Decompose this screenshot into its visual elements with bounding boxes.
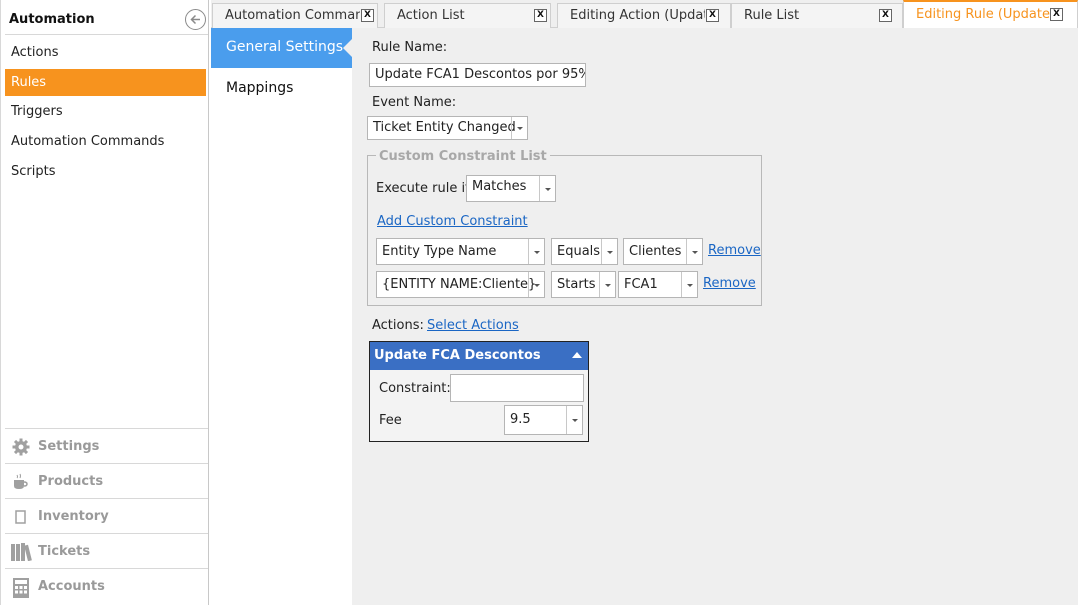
close-icon[interactable]: X xyxy=(1050,8,1063,21)
rule-name-label: Rule Name: xyxy=(372,40,448,55)
select-actions-link[interactable]: Select Actions xyxy=(427,318,519,333)
execute-rule-value: Matches xyxy=(472,179,527,194)
section-label: Products xyxy=(38,474,104,489)
custom-constraint-title: Custom Constraint List xyxy=(376,149,550,164)
chevron-down-icon[interactable] xyxy=(539,176,555,201)
event-name-value: Ticket Entity Changed xyxy=(373,120,516,135)
subnav-label: Mappings xyxy=(226,80,294,96)
remove-constraint-link[interactable]: Remove xyxy=(708,243,761,258)
rule-name-input[interactable]: Update FCA1 Descontos por 95% xyxy=(369,63,586,87)
section-accounts[interactable]: Accounts xyxy=(5,568,208,603)
tab-label: Rule List xyxy=(744,8,800,23)
subnav-item-general-settings[interactable]: General Settings xyxy=(211,28,352,68)
coffee-cup-icon xyxy=(11,473,31,491)
settings-subnav: General Settings Mappings xyxy=(211,28,352,605)
sidebar-item-actions[interactable]: Actions xyxy=(5,39,206,66)
action-constraint-input[interactable] xyxy=(450,374,584,402)
constraint-operator-select[interactable]: Equals xyxy=(551,238,618,265)
tab-rule-list[interactable]: Rule List X xyxy=(731,3,903,28)
rule-editor: Rule Name: Update FCA1 Descontos por 95%… xyxy=(352,28,1078,605)
constraint-value-value: FCA1 xyxy=(624,277,658,292)
constraint-operator-value: Starts xyxy=(557,277,596,292)
event-name-label: Event Name: xyxy=(372,95,457,110)
close-icon[interactable]: X xyxy=(534,9,547,22)
tab-label: Automation Comman xyxy=(225,8,360,23)
section-label: Inventory xyxy=(38,509,109,524)
tab-label: Action List xyxy=(397,8,465,23)
tab-bar: Automation Comman X Action List X Editin… xyxy=(211,0,1078,29)
automation-sidebar: Automation Actions Rules Triggers Automa… xyxy=(0,0,209,605)
constraint-value-select[interactable]: Clientes xyxy=(623,238,703,265)
constraint-field-select[interactable]: Entity Type Name xyxy=(376,238,545,265)
sidebar-item-triggers[interactable]: Triggers xyxy=(5,98,206,125)
section-label: Accounts xyxy=(38,579,105,594)
gear-icon xyxy=(11,438,31,456)
fee-select[interactable]: 9.5 xyxy=(504,405,583,435)
tab-action-list[interactable]: Action List X xyxy=(384,3,551,28)
sidebar-item-rules[interactable]: Rules xyxy=(5,69,206,96)
chevron-down-icon[interactable] xyxy=(686,239,702,264)
chevron-down-icon[interactable] xyxy=(601,239,617,264)
constraint-label: Constraint: xyxy=(379,381,451,396)
execute-rule-select[interactable]: Matches xyxy=(466,175,556,202)
close-icon[interactable]: X xyxy=(361,9,374,22)
constraint-operator-value: Equals xyxy=(557,244,601,259)
close-icon[interactable]: X xyxy=(706,9,719,22)
constraint-field-value: {ENTITY NAME:Cliente} xyxy=(382,277,537,292)
section-label: Settings xyxy=(38,439,100,454)
fee-label: Fee xyxy=(379,413,402,428)
inventory-icon xyxy=(11,508,31,526)
action-panel: Update FCA Descontos Constraint: Fee 9.5 xyxy=(369,341,589,442)
remove-constraint-link[interactable]: Remove xyxy=(703,276,756,291)
back-arrow-icon[interactable] xyxy=(185,9,206,30)
books-icon xyxy=(11,543,32,562)
action-panel-body: Constraint: Fee 9.5 xyxy=(370,370,588,441)
section-label: Tickets xyxy=(38,544,91,559)
execute-rule-label: Execute rule if xyxy=(376,181,470,196)
calculator-icon xyxy=(11,578,31,598)
chevron-down-icon[interactable] xyxy=(511,117,527,139)
chevron-down-icon[interactable] xyxy=(681,272,697,297)
section-products[interactable]: Products xyxy=(5,463,208,498)
chevron-down-icon[interactable] xyxy=(599,272,615,297)
tab-label: Editing Action (Updat xyxy=(570,8,705,23)
sidebar-item-automation-commands[interactable]: Automation Commands xyxy=(5,128,206,155)
chevron-down-icon[interactable] xyxy=(528,272,544,297)
tab-editing-rule[interactable]: Editing Rule (Update F X xyxy=(903,0,1078,29)
sidebar-header: Automation xyxy=(5,4,208,35)
sidebar-item-scripts[interactable]: Scripts xyxy=(5,158,206,185)
subnav-item-mappings[interactable]: Mappings xyxy=(211,68,352,108)
close-icon[interactable]: X xyxy=(879,9,892,22)
constraint-field-select[interactable]: {ENTITY NAME:Cliente} xyxy=(376,271,545,298)
tab-automation-commands[interactable]: Automation Comman X xyxy=(212,3,378,28)
event-name-select[interactable]: Ticket Entity Changed xyxy=(367,116,528,140)
constraint-value-select[interactable]: FCA1 xyxy=(618,271,698,298)
chevron-down-icon[interactable] xyxy=(566,406,582,434)
action-panel-header[interactable]: Update FCA Descontos xyxy=(370,342,588,370)
actions-label: Actions: xyxy=(372,318,424,333)
constraint-operator-select[interactable]: Starts xyxy=(551,271,616,298)
fee-value: 9.5 xyxy=(510,412,531,427)
tab-label: Editing Rule (Update F xyxy=(916,7,1058,22)
section-settings[interactable]: Settings xyxy=(5,428,208,463)
chevron-down-icon[interactable] xyxy=(528,239,544,264)
add-custom-constraint-link[interactable]: Add Custom Constraint xyxy=(377,214,528,229)
selection-arrow xyxy=(343,39,352,57)
constraint-field-value: Entity Type Name xyxy=(382,244,497,259)
action-title: Update FCA Descontos xyxy=(374,348,541,363)
section-inventory[interactable]: Inventory xyxy=(5,498,208,533)
subnav-label: General Settings xyxy=(226,39,344,55)
section-tickets[interactable]: Tickets xyxy=(5,533,208,568)
constraint-value-value: Clientes xyxy=(629,244,682,259)
tab-editing-action[interactable]: Editing Action (Updat X xyxy=(557,3,731,28)
collapse-icon[interactable] xyxy=(572,352,582,358)
sidebar-title: Automation xyxy=(9,12,95,27)
